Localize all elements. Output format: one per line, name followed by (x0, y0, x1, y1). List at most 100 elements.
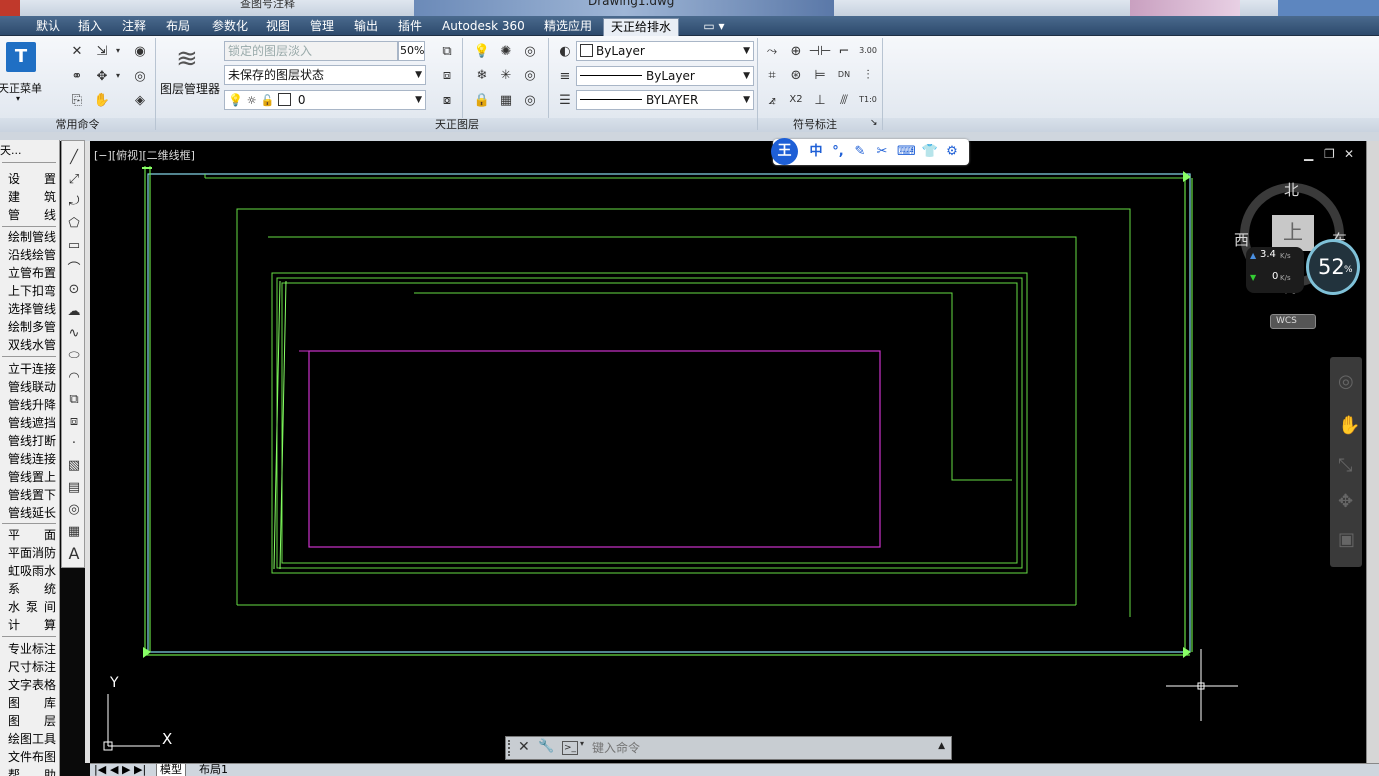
table-tool-icon[interactable]: ▦ (64, 521, 84, 541)
pan-hand-icon[interactable]: ✋ (1338, 415, 1360, 436)
side-item-occlude[interactable]: 管线遮挡 (0, 414, 60, 432)
handwriting-icon[interactable]: ✎ (851, 143, 869, 161)
pipe-label-icon[interactable]: X2 (786, 90, 806, 110)
side-item-riser-connect[interactable]: 立干连接 (0, 360, 60, 378)
dimension-dn-icon[interactable]: DN (834, 65, 854, 85)
layer-unisolate-icon[interactable]: ◎ (520, 65, 540, 85)
make-block-icon[interactable]: ⧈ (64, 411, 84, 431)
chevron-down-icon[interactable]: ▾ (580, 739, 584, 748)
tab-plugins[interactable]: 插件 (390, 18, 430, 36)
hatch-tool-icon[interactable]: ▧ (64, 455, 84, 475)
layer-state-select[interactable]: 未保存的图层状态 ▼ (224, 65, 426, 85)
scale-text-icon[interactable]: T1:0 (858, 90, 878, 110)
side-item-select-pipe[interactable]: 选择管线 (0, 300, 60, 318)
drawing-viewport[interactable]: [−][俯视][二维线框] Y X ▁ ❐ ✕ 北 西 上 ▲ 3.4 K/s … (90, 141, 1366, 763)
select-similar-icon[interactable]: ⇲ (92, 41, 112, 61)
multi-leader-icon[interactable]: ⊨ (810, 65, 830, 85)
side-item-pump-room[interactable]: 水 泵 间 (0, 598, 60, 616)
side-item-extend[interactable]: 管线延长 (0, 504, 60, 522)
layer-restore-icon[interactable]: ◎ (520, 90, 540, 110)
side-item-connect[interactable]: 管线连接 (0, 450, 60, 468)
tab-manage[interactable]: 管理 (302, 18, 342, 36)
skin-shirt-icon[interactable]: 👕 (921, 143, 939, 161)
tab-model[interactable]: 模型 (156, 764, 186, 776)
arc-tool-icon[interactable]: ⌒ (64, 257, 84, 277)
command-prompt-icon[interactable]: >_ (562, 741, 578, 755)
first-layout-icon[interactable]: |◀ (94, 764, 106, 776)
layer-isolate-icon[interactable]: ◎ (520, 41, 540, 61)
line-tool-icon[interactable]: ╱ (64, 147, 84, 167)
tab-layout[interactable]: 布局 (158, 18, 198, 36)
side-item-link[interactable]: 管线联动 (0, 378, 60, 396)
side-item-along-line[interactable]: 沿线绘管 (0, 246, 60, 264)
current-layer-select[interactable]: 💡 ☼ 🔓 0 ▼ (224, 90, 426, 110)
view-cube-top[interactable]: 上 (1272, 215, 1314, 251)
layer-change-icon[interactable]: ⧈ (437, 65, 457, 85)
ime-language-toggle[interactable]: 中 (807, 143, 825, 161)
direction-icon[interactable]: ⊥ (810, 90, 830, 110)
paste-icon[interactable]: ⎘ (67, 90, 87, 110)
command-input[interactable] (592, 739, 932, 757)
side-item-architecture[interactable]: 建 筑 (0, 188, 60, 206)
circle-tool-icon[interactable]: ⊙ (64, 279, 84, 299)
object-snap-icon[interactable]: ⚭ (67, 66, 87, 86)
construction-line-icon[interactable]: ⤢ (64, 169, 84, 189)
side-menu-title[interactable]: 天... (0, 142, 60, 160)
move-gizmo-icon[interactable]: ✥ (92, 66, 112, 86)
show-all-icon[interactable]: ◈ (130, 90, 150, 110)
layer-copy-icon[interactable]: ⧇ (437, 90, 457, 110)
side-item-fire[interactable]: 平面消防 (0, 544, 60, 562)
restore-icon[interactable]: ❐ (1324, 147, 1335, 161)
layer-lock-icon[interactable]: 🔒 (472, 90, 492, 110)
layer-match-icon[interactable]: ⧉ (437, 41, 457, 61)
zoom-extents-icon[interactable]: ⤡ (1338, 455, 1352, 476)
tab-output[interactable]: 输出 (346, 18, 386, 36)
lineweight-icon[interactable]: ≡ (555, 66, 575, 86)
side-item-settings[interactable]: 设 置 (0, 170, 60, 188)
tab-parametric[interactable]: 参数化 (203, 18, 257, 36)
gradient-tool-icon[interactable]: ▤ (64, 477, 84, 497)
region-tool-icon[interactable]: ◎ (64, 499, 84, 519)
side-item-dimension[interactable]: 尺寸标注 (0, 658, 60, 676)
layer-on-icon[interactable]: 💡 (472, 41, 492, 61)
scissors-icon[interactable]: ✂ (873, 143, 891, 161)
side-item-system[interactable]: 系 统 (0, 580, 60, 598)
wcs-menu[interactable]: WCS (1270, 314, 1316, 329)
side-item-multi-pipe[interactable]: 绘制多管 (0, 318, 60, 336)
dropdown-chevron-icon[interactable]: ▾ (112, 66, 124, 86)
circle-cross-icon[interactable]: ⊕ (786, 41, 806, 61)
polyline-tool-icon[interactable]: ⤾ (64, 191, 84, 211)
tab-annotate[interactable]: 注释 (114, 18, 154, 36)
color-select[interactable]: ByLayer ▼ (576, 41, 754, 61)
insert-block-icon[interactable]: ⧉ (64, 389, 84, 409)
punctuation-icon[interactable]: °, (829, 143, 847, 161)
tab-panel-toggle[interactable]: ▭ ▾ (694, 18, 734, 36)
isolate-icon[interactable]: ◎ (130, 66, 150, 86)
cut-lines-icon[interactable]: ✕ (67, 41, 87, 61)
grip-handle-icon[interactable] (508, 740, 512, 756)
next-layout-icon[interactable]: ▶ (122, 764, 130, 776)
search-field-text[interactable]: 查图号注释 (240, 0, 295, 11)
side-item-draw-pipe[interactable]: 绘制管线 (0, 228, 60, 246)
slope-mark-icon[interactable]: ⦨ (762, 90, 782, 110)
side-item-riser-layout[interactable]: 立管布置 (0, 264, 60, 282)
showmotion-icon[interactable]: ▣ (1338, 529, 1355, 550)
side-item-library[interactable]: 图 库 (0, 694, 60, 712)
keyboard-icon[interactable]: ⌨ (897, 143, 916, 161)
close-icon[interactable]: ✕ (1344, 147, 1354, 161)
ellipse-arc-tool-icon[interactable]: ◠ (64, 367, 84, 387)
tab-autodesk-360[interactable]: Autodesk 360 (436, 18, 530, 36)
break-line-icon[interactable]: ⊣⊢ (809, 41, 832, 61)
steering-wheel-icon[interactable]: ◎ (1338, 371, 1354, 392)
settings-gear-icon[interactable]: ⚙ (943, 143, 961, 161)
last-layout-icon[interactable]: ▶| (134, 764, 146, 776)
revcloud-tool-icon[interactable]: ☁ (64, 301, 84, 321)
detail-symbol-icon[interactable]: ⊛ (786, 65, 806, 85)
layer-thaw-icon[interactable]: ✳ (496, 65, 516, 85)
dropdown-chevron-icon[interactable]: ▾ (112, 41, 124, 61)
spline-tool-icon[interactable]: ∿ (64, 323, 84, 343)
side-item-break[interactable]: 管线打断 (0, 432, 60, 450)
point-tool-icon[interactable]: · (64, 433, 84, 453)
compass-north[interactable]: 北 (1284, 179, 1299, 200)
close-icon[interactable]: ✕ (518, 739, 530, 755)
